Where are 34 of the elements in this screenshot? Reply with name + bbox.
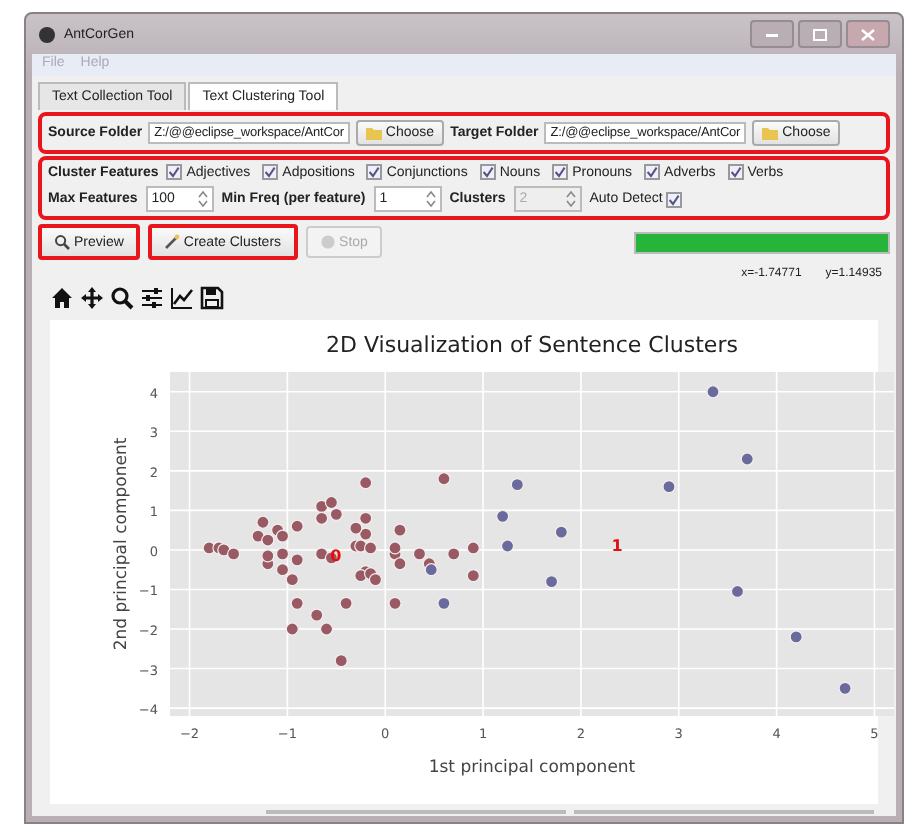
home-icon[interactable] — [50, 286, 74, 310]
spinner-arrows-icon — [425, 190, 436, 208]
checkbox[interactable] — [727, 164, 744, 180]
sliders-icon[interactable] — [140, 286, 164, 310]
checkbox[interactable] — [644, 164, 661, 180]
zoom-icon[interactable] — [110, 286, 134, 310]
save-icon[interactable] — [200, 286, 224, 310]
move-icon[interactable] — [80, 286, 104, 310]
checkbox[interactable] — [366, 164, 383, 180]
wand-icon — [163, 234, 180, 250]
chart-title: 2D Visualization of Sentence Clusters — [326, 332, 738, 358]
checkbox[interactable] — [666, 191, 683, 207]
minimize-icon — [764, 28, 780, 40]
search-icon — [54, 234, 70, 250]
cluster-label: 1 — [611, 537, 623, 556]
app-icon — [38, 25, 56, 43]
close-icon — [860, 27, 876, 41]
close-button[interactable] — [846, 20, 890, 48]
folder-icon — [762, 126, 779, 140]
checkbox[interactable] — [262, 164, 279, 180]
stop-icon — [319, 234, 336, 250]
minimize-button[interactable] — [750, 20, 794, 48]
spinner-arrows-icon — [565, 190, 576, 208]
maximize-icon — [812, 27, 828, 41]
maximize-button[interactable] — [798, 20, 842, 48]
checkbox[interactable] — [479, 164, 496, 180]
checkbox[interactable] — [552, 164, 569, 180]
spinner-arrows-icon — [197, 190, 208, 208]
y-axis-label: 2nd principal component — [112, 437, 132, 651]
checkbox[interactable] — [166, 164, 183, 180]
cluster-label: 0 — [330, 546, 342, 565]
x-axis-label: 1st principal component — [428, 758, 636, 778]
line-chart-icon[interactable] — [170, 286, 194, 310]
folder-icon — [365, 126, 382, 140]
